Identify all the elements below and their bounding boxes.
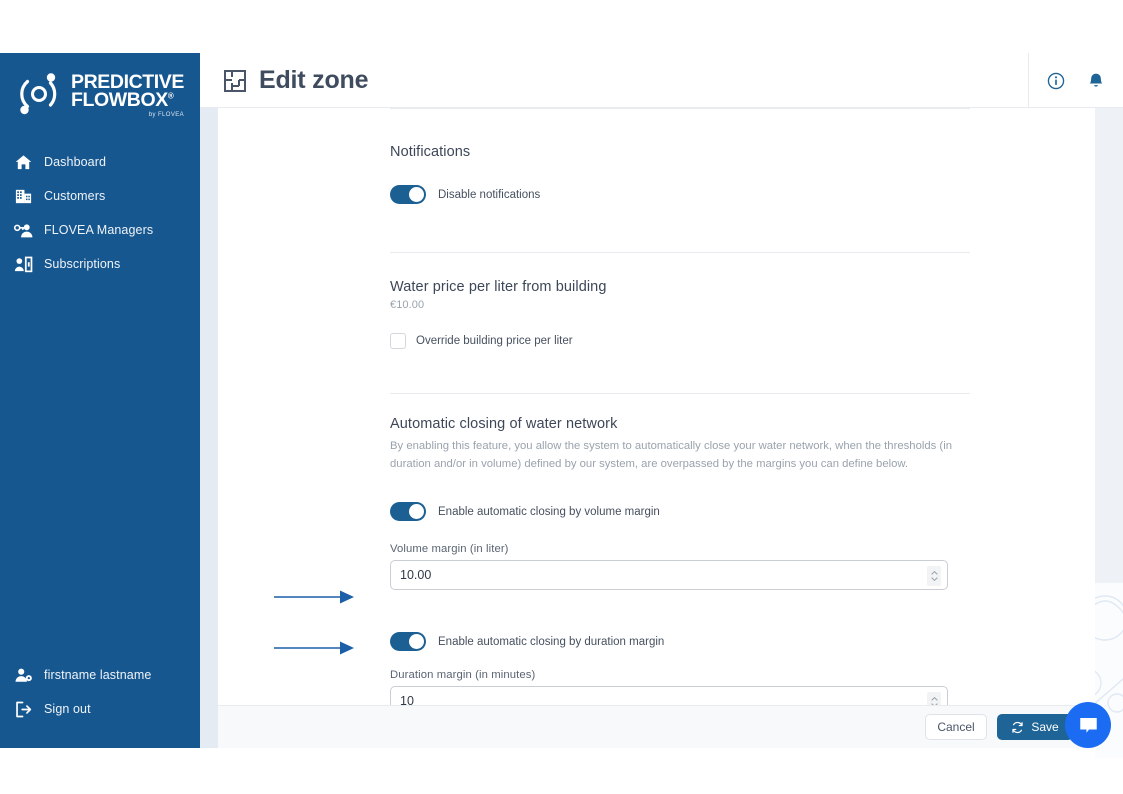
sidebar-bottom-nav: firstname lastname Sign out bbox=[0, 658, 200, 726]
disable-notifications-toggle[interactable] bbox=[390, 185, 426, 204]
toggle-label: Enable automatic closing by volume margi… bbox=[438, 505, 660, 518]
chevron-down-icon bbox=[930, 577, 938, 581]
section-water-price: Water price per liter from building €10.… bbox=[390, 253, 990, 349]
chevron-up-icon bbox=[930, 571, 938, 575]
sidebar-item-label: Sign out bbox=[44, 702, 91, 716]
sidebar-item-label: Dashboard bbox=[44, 155, 107, 169]
sidebar-item-label: FLOVEA Managers bbox=[44, 223, 154, 237]
logo-line2: FLOWBOX® bbox=[71, 89, 174, 111]
page-title: Edit zone bbox=[223, 66, 369, 95]
field-label: Volume margin (in liter) bbox=[390, 543, 509, 555]
volume-margin-toggle-row: Enable automatic closing by volume margi… bbox=[390, 502, 990, 521]
sidebar-item-label: Customers bbox=[44, 189, 106, 203]
person-gear-icon bbox=[15, 668, 32, 682]
toggle-knob bbox=[409, 504, 424, 519]
save-button[interactable]: Save bbox=[997, 714, 1073, 740]
background-panel-upper bbox=[1095, 108, 1123, 583]
app-root: PREDICTIVE FLOWBOX® by FLOVEA Dashboard bbox=[0, 0, 1123, 794]
sidebar-item-sign-out[interactable]: Sign out bbox=[0, 692, 200, 726]
person-card-icon bbox=[14, 256, 33, 272]
bell-icon[interactable] bbox=[1087, 72, 1105, 90]
input-value: 10.00 bbox=[400, 568, 432, 582]
background-artwork bbox=[1095, 108, 1123, 758]
home-icon bbox=[15, 154, 32, 169]
sidebar-item-user-profile[interactable]: firstname lastname bbox=[0, 658, 200, 692]
sidebar-item-label: Subscriptions bbox=[44, 257, 121, 271]
toggle-label: Disable notifications bbox=[438, 188, 541, 201]
cancel-button[interactable]: Cancel bbox=[925, 714, 987, 740]
sidebar: PREDICTIVE FLOWBOX® by FLOVEA Dashboard bbox=[0, 53, 200, 748]
info-icon[interactable] bbox=[1047, 72, 1065, 90]
override-price-row: Override building price per liter bbox=[390, 333, 990, 349]
volume-margin-input[interactable]: 10.00 bbox=[390, 560, 948, 590]
sign-out-icon bbox=[16, 701, 32, 717]
checkbox-label: Override building price per liter bbox=[416, 335, 573, 347]
toggle-knob bbox=[409, 187, 424, 202]
sidebar-nav: Dashboard Customers FLOVEA Managers Subs… bbox=[0, 145, 200, 281]
section-title: Automatic closing of water network bbox=[390, 416, 618, 432]
field-label: Duration margin (in minutes) bbox=[390, 669, 536, 681]
arrow-to-duration-toggle bbox=[274, 590, 354, 604]
section-notifications: Notifications Disable notifications bbox=[390, 108, 990, 204]
form-content: Notifications Disable notifications Wate… bbox=[390, 108, 990, 716]
sidebar-item-flovea-managers[interactable]: FLOVEA Managers bbox=[0, 213, 200, 247]
enable-duration-margin-toggle[interactable] bbox=[390, 632, 426, 651]
volume-margin-stepper[interactable] bbox=[927, 566, 941, 586]
key-person-icon bbox=[14, 223, 33, 237]
topbar-actions bbox=[1028, 53, 1105, 108]
section-title: Water price per liter from building bbox=[390, 279, 607, 295]
panel-footer: Cancel Save bbox=[218, 705, 1095, 748]
logo-wordmark: PREDICTIVE FLOWBOX® by FLOVEA bbox=[71, 71, 184, 118]
enable-volume-margin-toggle[interactable] bbox=[390, 502, 426, 521]
save-button-label: Save bbox=[1031, 720, 1059, 734]
override-building-price-checkbox[interactable] bbox=[390, 333, 406, 349]
toggle-label: Enable automatic closing by duration mar… bbox=[438, 635, 665, 648]
section-automatic-closing: Automatic closing of water network By en… bbox=[390, 394, 990, 716]
page-title-text: Edit zone bbox=[259, 66, 369, 94]
sidebar-item-dashboard[interactable]: Dashboard bbox=[0, 145, 200, 179]
logo-registered-mark: ® bbox=[167, 91, 174, 101]
app-logo[interactable]: PREDICTIVE FLOWBOX® by FLOVEA bbox=[14, 65, 192, 123]
section-description: By enabling this feature, you allow the … bbox=[390, 440, 952, 470]
panel-left-rail bbox=[200, 108, 218, 748]
water-price-value: €10.00 bbox=[390, 299, 425, 311]
arrow-to-duration-input bbox=[274, 641, 354, 655]
chat-bubble-icon bbox=[1079, 717, 1097, 733]
chat-widget-button[interactable] bbox=[1065, 702, 1111, 748]
flowbox-logo-icon bbox=[20, 73, 57, 115]
volume-margin-field: Volume margin (in liter) 10.00 bbox=[390, 543, 990, 590]
sidebar-item-subscriptions[interactable]: Subscriptions bbox=[0, 247, 200, 281]
disable-notifications-row: Disable notifications bbox=[390, 185, 990, 204]
section-title: Notifications bbox=[390, 144, 471, 160]
floorplan-icon bbox=[224, 69, 246, 92]
building-icon bbox=[15, 189, 32, 203]
panel-body: Notifications Disable notifications Wate… bbox=[218, 108, 1095, 716]
sidebar-item-label: firstname lastname bbox=[44, 668, 152, 682]
topbar: Edit zone bbox=[200, 53, 1123, 108]
logo-byline: by FLOVEA bbox=[148, 111, 185, 118]
duration-margin-toggle-row: Enable automatic closing by duration mar… bbox=[390, 632, 990, 651]
toggle-knob bbox=[409, 634, 424, 649]
sidebar-item-customers[interactable]: Customers bbox=[0, 179, 200, 213]
chevron-up-icon bbox=[930, 697, 938, 701]
refresh-icon bbox=[1012, 721, 1023, 733]
